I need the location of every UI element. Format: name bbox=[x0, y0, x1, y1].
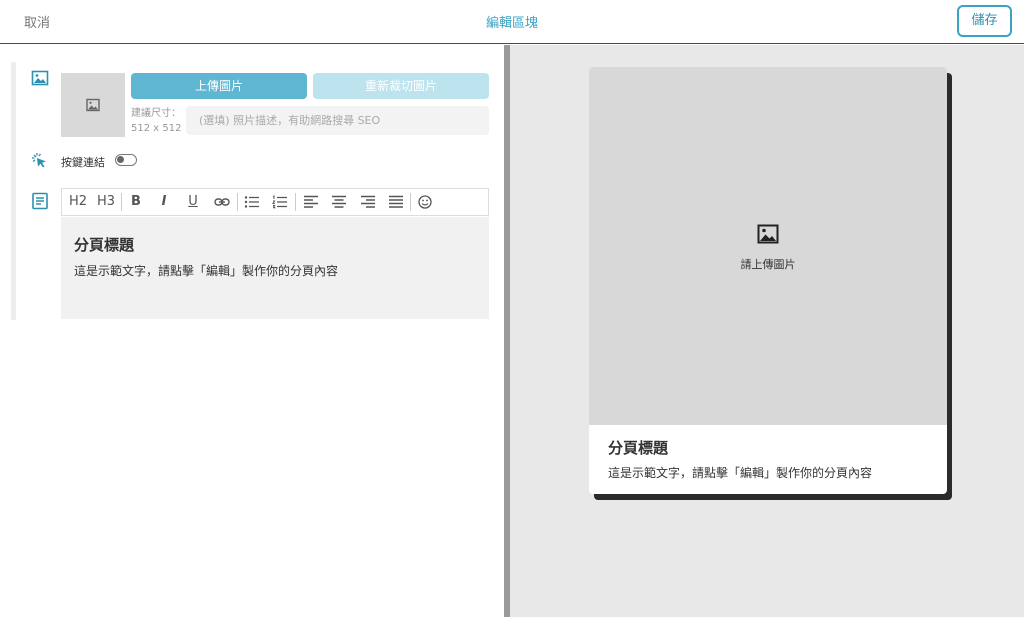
size-hint: 建議尺寸： 512 x 512 bbox=[131, 106, 183, 136]
preview-panel: 請上傳圖片 分頁標題 這是示範文字，請點擊「編輯」製作你的分頁內容 bbox=[510, 45, 1024, 617]
bullet-list-icon bbox=[244, 196, 259, 208]
align-left-button[interactable] bbox=[299, 189, 323, 215]
content-body: 這是示範文字，請點擊「編輯」製作你的分頁內容 bbox=[74, 264, 339, 278]
align-center-button[interactable] bbox=[327, 189, 351, 215]
page-title: 編輯區塊 bbox=[485, 16, 538, 31]
upload-hint: 請上傳圖片 bbox=[740, 258, 796, 271]
preview-body: 這是示範文字，請點擊「編輯」製作你的分頁內容 bbox=[608, 466, 873, 480]
preview-image-placeholder: 請上傳圖片 bbox=[589, 67, 947, 425]
italic-button[interactable]: I bbox=[153, 189, 175, 215]
text-block-icon bbox=[31, 192, 49, 210]
preview-card: 請上傳圖片 分頁標題 這是示範文字，請點擊「編輯」製作你的分頁內容 bbox=[589, 67, 947, 494]
align-right-icon bbox=[361, 195, 375, 208]
image-placeholder-icon bbox=[86, 98, 100, 112]
preview-heading: 分頁標題 bbox=[608, 439, 669, 457]
emoji-button[interactable] bbox=[413, 189, 437, 215]
rich-text-content[interactable]: 分頁標題 這是示範文字，請點擊「編輯」製作你的分頁內容 bbox=[61, 217, 489, 319]
upload-image-button[interactable]: 上傳圖片 bbox=[131, 73, 307, 99]
button-link-label: 按鍵連結 bbox=[61, 156, 105, 169]
top-bar: 取消 編輯區塊 儲存 bbox=[0, 0, 1024, 44]
heading2-button[interactable]: H2 bbox=[65, 189, 91, 215]
image-icon bbox=[757, 224, 779, 244]
bold-button[interactable]: B bbox=[125, 189, 147, 215]
align-right-button[interactable] bbox=[356, 189, 380, 215]
recrop-image-button[interactable]: 重新裁切圖片 bbox=[313, 73, 489, 99]
numbered-list-button[interactable] bbox=[268, 189, 292, 215]
smiley-icon bbox=[418, 195, 432, 209]
underline-button[interactable]: U bbox=[182, 189, 204, 215]
align-center-icon bbox=[332, 195, 346, 208]
image-icon bbox=[31, 69, 49, 87]
align-left-icon bbox=[304, 195, 318, 208]
image-thumbnail bbox=[61, 73, 125, 137]
rich-text-toolbar: H2 H3 B I U bbox=[61, 188, 489, 216]
link-icon bbox=[214, 198, 230, 206]
toggle-knob bbox=[117, 156, 124, 163]
size-hint-label: 建議尺寸： bbox=[131, 108, 181, 119]
numbered-list-icon bbox=[272, 195, 287, 209]
align-justify-icon bbox=[389, 195, 403, 208]
save-button[interactable]: 儲存 bbox=[957, 5, 1012, 37]
button-link-toggle[interactable] bbox=[115, 154, 137, 166]
editor-panel: 上傳圖片 重新裁切圖片 建議尺寸： 512 x 512 按鍵連結 H2 H3 B… bbox=[0, 45, 504, 617]
bullet-list-button[interactable] bbox=[240, 189, 264, 215]
content-heading: 分頁標題 bbox=[74, 236, 135, 254]
size-hint-value: 512 x 512 bbox=[131, 123, 182, 134]
image-alt-input[interactable] bbox=[186, 106, 489, 135]
align-justify-button[interactable] bbox=[384, 189, 408, 215]
heading3-button[interactable]: H3 bbox=[93, 189, 119, 215]
link-button[interactable] bbox=[210, 189, 234, 215]
cursor-click-icon bbox=[31, 152, 49, 170]
